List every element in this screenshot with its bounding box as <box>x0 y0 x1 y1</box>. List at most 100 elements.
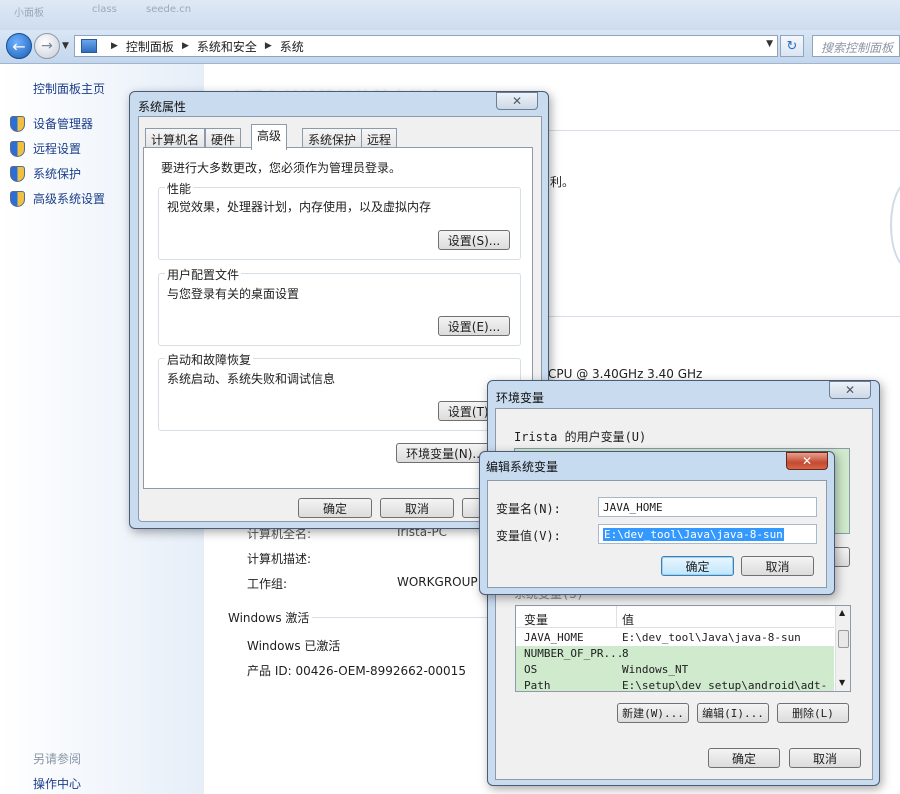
row-variable: JAVA_HOME <box>524 631 584 644</box>
row-variable: OS <box>524 663 538 676</box>
row-value: Windows_NT <box>622 663 689 676</box>
control-panel-icon <box>81 39 97 53</box>
variable-value-label: 变量值(V): <box>496 529 561 543</box>
startup-recovery-desc: 系统启动、系统失败和调试信息 <box>167 372 336 386</box>
tab-hardware[interactable]: 硬件 <box>205 128 242 148</box>
column-header-value[interactable]: 值 <box>622 611 634 628</box>
scrollbar[interactable]: ▲ ▼ <box>835 606 850 691</box>
row-variable: Path <box>524 679 551 692</box>
variable-value-input[interactable]: E:\dev_tool\Java\java-8-sun <box>598 524 817 544</box>
close-button[interactable]: ✕ <box>786 452 828 470</box>
back-button[interactable]: ← <box>6 33 32 59</box>
workgroup-label: 工作组: <box>247 577 288 591</box>
breadcrumb-system[interactable]: 系统 <box>280 38 304 55</box>
action-center-link[interactable]: 操作中心 <box>33 775 81 792</box>
ok-button[interactable]: 确定 <box>298 498 372 518</box>
top-strip-item: class <box>92 4 117 15</box>
window-top-strip: 小面板 class seede.cn <box>0 0 900 30</box>
dialog-title: 环境变量 <box>496 391 545 405</box>
windows-logo <box>890 180 900 270</box>
dialog-title: 系统属性 <box>138 100 187 114</box>
chevron-right-icon[interactable]: ▶ <box>182 41 189 51</box>
edit-variable-button[interactable]: 编辑(I)... <box>697 703 769 723</box>
column-divider <box>616 606 617 628</box>
variable-name-input[interactable]: JAVA_HOME <box>598 497 817 517</box>
sidebar-item-label: 系统保护 <box>33 167 82 181</box>
user-profiles-group-title: 用户配置文件 <box>165 266 242 283</box>
address-toolbar: ← → ▼ ▶ 控制面板 ▶ 系统和安全 ▶ 系统 ▼ ↻ 搜索控制面板 <box>0 30 900 64</box>
user-variables-label: Irista 的用户变量(U) <box>514 430 647 444</box>
address-dropdown-icon[interactable]: ▼ <box>766 39 773 49</box>
shield-icon <box>10 190 25 207</box>
refresh-button[interactable]: ↻ <box>780 35 804 57</box>
computer-desc-label: 计算机描述: <box>247 552 312 566</box>
search-input[interactable]: 搜索控制面板 <box>812 35 900 57</box>
cancel-button[interactable]: 取消 <box>789 748 861 768</box>
system-variables-table[interactable]: 变量 值 JAVA_HOME E:\dev_tool\Java\java-8-s… <box>515 605 851 692</box>
table-row[interactable]: Path E:\setup\dev_setup\android\adt- <box>516 678 834 692</box>
tab-remote[interactable]: 远程 <box>361 128 398 148</box>
shield-icon <box>10 140 25 157</box>
table-row[interactable]: NUMBER_OF_PR... 8 <box>516 646 834 662</box>
row-value: E:\setup\dev_setup\android\adt- <box>622 679 828 692</box>
sidebar-item-system-protection[interactable]: 系统保护 <box>10 165 81 182</box>
row-variable: NUMBER_OF_PR... <box>524 647 624 660</box>
tab-advanced[interactable]: 高级 <box>251 124 288 150</box>
see-also-heading: 另请参阅 <box>33 752 82 766</box>
tab-computer-name[interactable]: 计算机名 <box>145 128 206 148</box>
row-value: 8 <box>622 647 629 660</box>
top-strip-item: seede.cn <box>146 4 192 15</box>
shield-icon <box>10 115 25 132</box>
sidebar-item-label: 设备管理器 <box>33 117 94 131</box>
cancel-button[interactable]: 取消 <box>741 556 814 576</box>
cancel-button[interactable]: 取消 <box>380 498 454 518</box>
user-profiles-desc: 与您登录有关的桌面设置 <box>167 287 300 301</box>
chevron-right-icon[interactable]: ▶ <box>111 41 118 51</box>
refresh-icon: ↻ <box>786 38 798 54</box>
close-icon: ✕ <box>844 383 856 397</box>
sidebar-item-device-manager[interactable]: 设备管理器 <box>10 115 93 132</box>
sidebar-home-link[interactable]: 控制面板主页 <box>33 80 105 97</box>
cpu-info: CPU @ 3.40GHz 3.40 GHz <box>548 367 703 381</box>
forward-button[interactable]: → <box>34 33 60 59</box>
variable-name-label: 变量名(N): <box>496 502 561 516</box>
sidebar-item-advanced-settings[interactable]: 高级系统设置 <box>10 190 105 207</box>
tab-system-protection[interactable]: 系统保护 <box>302 128 363 148</box>
ok-button[interactable]: 确定 <box>661 556 734 576</box>
selected-value-text: E:\dev_tool\Java\java-8-sun <box>603 528 784 541</box>
product-id: 产品 ID: 00426-OEM-8992662-00015 <box>247 664 466 678</box>
performance-group-title: 性能 <box>165 180 194 197</box>
address-field[interactable]: ▶ 控制面板 ▶ 系统和安全 ▶ 系统 ▼ <box>74 35 778 57</box>
recent-pages-dropdown[interactable]: ▼ <box>62 41 69 51</box>
column-header-variable[interactable]: 变量 <box>524 611 548 628</box>
table-row[interactable]: JAVA_HOME E:\dev_tool\Java\java-8-sun <box>516 630 834 646</box>
scroll-down-icon[interactable]: ▼ <box>839 678 845 687</box>
performance-settings-button[interactable]: 设置(S)... <box>438 230 510 250</box>
sidebar-item-label: 远程设置 <box>33 142 82 156</box>
sidebar-item-label: 高级系统设置 <box>33 192 106 206</box>
shield-icon <box>10 165 25 182</box>
activation-status: Windows 已激活 <box>247 639 341 653</box>
row-value: E:\dev_tool\Java\java-8-sun <box>622 631 801 644</box>
scroll-up-icon[interactable]: ▲ <box>839 608 845 617</box>
performance-desc: 视觉效果，处理器计划，内存使用，以及虚拟内存 <box>167 200 432 214</box>
ok-button[interactable]: 确定 <box>708 748 780 768</box>
divider <box>312 617 490 618</box>
scroll-thumb[interactable] <box>838 630 849 648</box>
back-arrow-icon: ← <box>12 36 26 56</box>
chevron-right-icon[interactable]: ▶ <box>265 41 272 51</box>
close-button[interactable]: ✕ <box>496 92 538 110</box>
close-icon: ✕ <box>801 454 813 468</box>
close-icon: ✕ <box>511 94 523 108</box>
table-row[interactable]: OS Windows_NT <box>516 662 834 678</box>
forward-arrow-icon: → <box>41 38 53 54</box>
sidebar-item-remote-settings[interactable]: 远程设置 <box>10 140 81 157</box>
breadcrumb-system-security[interactable]: 系统和安全 <box>197 38 257 55</box>
workgroup-value: WORKGROUP <box>397 575 478 589</box>
new-variable-button[interactable]: 新建(W)... <box>617 703 689 723</box>
breadcrumb-control-panel[interactable]: 控制面板 <box>126 38 174 55</box>
user-profiles-settings-button[interactable]: 设置(E)... <box>438 316 510 336</box>
table-header: 变量 值 <box>516 606 834 628</box>
close-button[interactable]: ✕ <box>829 381 871 399</box>
delete-variable-button[interactable]: 删除(L) <box>777 703 849 723</box>
